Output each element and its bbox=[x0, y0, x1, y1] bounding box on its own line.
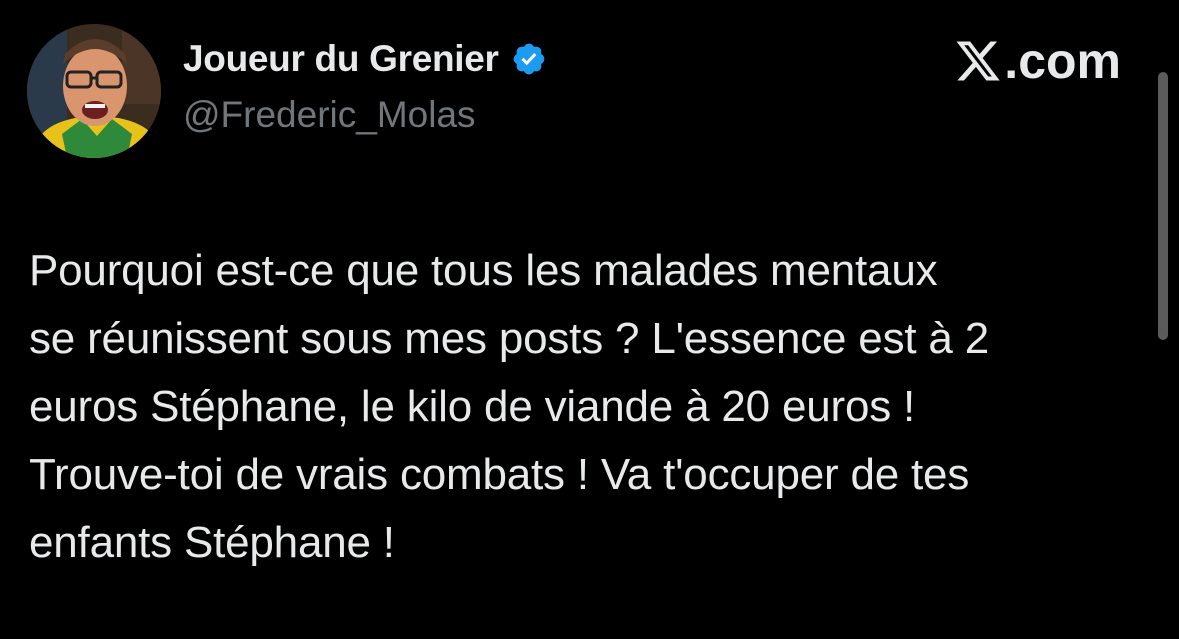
tweet-text: Pourquoi est-ce que tous les malades men… bbox=[29, 246, 989, 567]
avatar-photo bbox=[27, 24, 161, 158]
brand-watermark: .com bbox=[954, 36, 1121, 86]
brand-domain-label: .com bbox=[1004, 33, 1121, 89]
x-logo-icon bbox=[956, 41, 1000, 81]
display-name[interactable]: Joueur du Grenier bbox=[183, 40, 499, 77]
author-handle[interactable]: @Frederic_Molas bbox=[183, 96, 476, 133]
scrollbar[interactable] bbox=[1158, 72, 1168, 340]
avatar[interactable] bbox=[27, 24, 161, 158]
verified-badge-icon bbox=[513, 43, 545, 74]
author-name-row: Joueur du Grenier bbox=[183, 40, 547, 77]
